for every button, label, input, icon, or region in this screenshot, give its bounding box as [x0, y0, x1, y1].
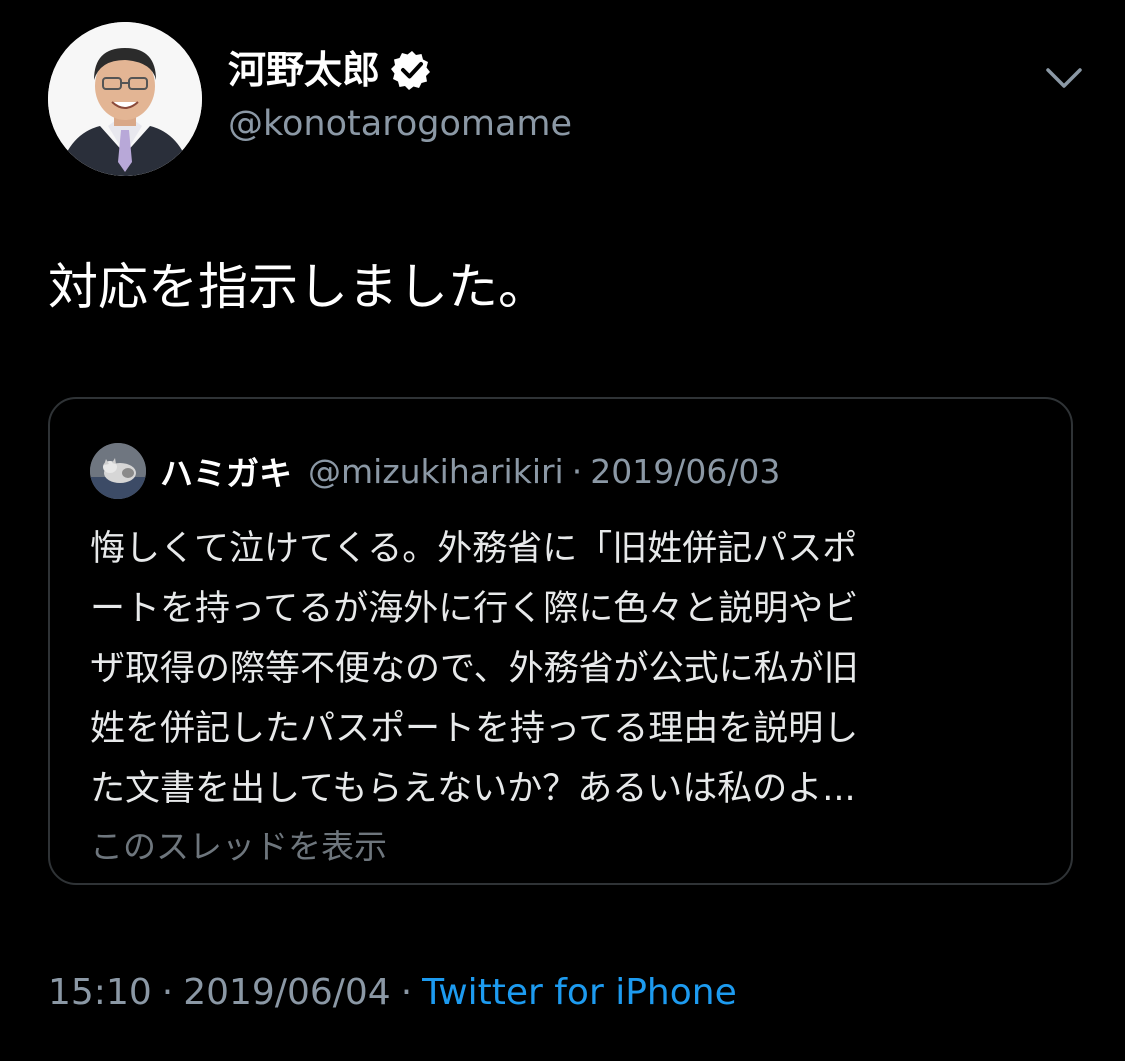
tweet-date[interactable]: 2019/06/04	[183, 968, 391, 1018]
quoted-author-name: ハミガキ	[160, 454, 292, 493]
verified-badge-icon	[390, 48, 434, 92]
tweet-text: 対応を指示しました。	[48, 258, 548, 316]
tweet-metadata: 15:10 · 2019/06/04 · Twitter for iPhone	[48, 968, 737, 1018]
quoted-text-line: 悔しくて泣けてくる。外務省に「旧姓併記パスポ	[90, 529, 858, 569]
tweet-time[interactable]: 15:10	[48, 968, 152, 1018]
quoted-tweet-text: 悔しくて泣けてくる。外務省に「旧姓併記パスポ ートを持ってるが海外に行く際に色々…	[90, 519, 1040, 819]
quoted-text-line: た文書を出してもらえないか？あるいは私のよ...	[90, 769, 856, 809]
quoted-tweet-header: ハミガキ @mizukiharikiri · 2019/06/03	[90, 443, 780, 499]
author-avatar[interactable]	[48, 22, 202, 176]
meta-separator: ·	[400, 972, 413, 1013]
author-display-name[interactable]: 河野太郎	[228, 44, 380, 96]
quoted-separator: ·	[571, 451, 583, 491]
author-handle[interactable]: @konotarogomame	[228, 100, 572, 148]
quoted-date: 2019/06/03	[590, 451, 781, 491]
show-thread-link[interactable]: このスレッドを表示	[90, 825, 387, 869]
chevron-down-icon[interactable]	[1044, 60, 1084, 96]
author-name-row[interactable]: 河野太郎	[228, 44, 434, 96]
quoted-text-line: ートを持ってるが海外に行く際に色々と説明やビ	[90, 589, 859, 629]
tweet-source-link[interactable]: Twitter for iPhone	[422, 968, 737, 1018]
quoted-author-handle: @mizukiharikiri	[308, 451, 564, 491]
quoted-tweet-card[interactable]: ハミガキ @mizukiharikiri · 2019/06/03 悔しくて泣け…	[48, 397, 1073, 885]
author-avatar-image	[48, 22, 202, 176]
quoted-text-line: 姓を併記したパスポートを持ってる理由を説明し	[90, 709, 859, 749]
meta-separator: ·	[161, 972, 174, 1013]
quoted-author-avatar	[90, 443, 146, 499]
quoted-text-line: ザ取得の際等不便なので、外務省が公式に私が旧	[90, 649, 859, 689]
